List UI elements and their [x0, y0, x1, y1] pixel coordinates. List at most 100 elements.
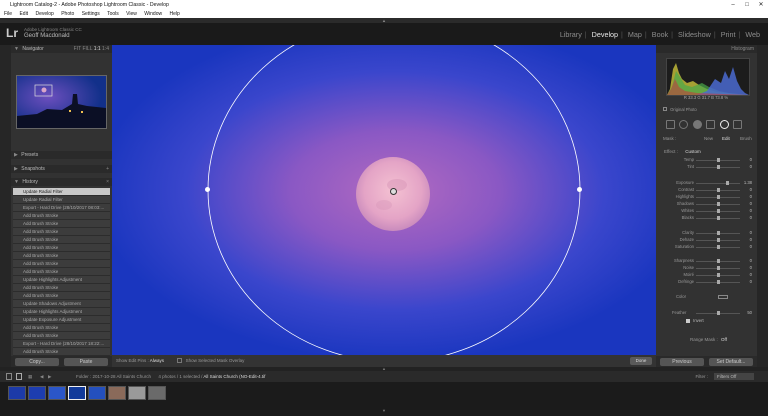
menu-photo[interactable]: Photo [61, 11, 74, 17]
slider-knob[interactable] [716, 195, 720, 199]
mask-brush-tab[interactable]: Brush [740, 136, 752, 141]
slider-track[interactable] [696, 183, 740, 184]
history-item[interactable]: Update Radial Filter [13, 188, 110, 196]
slider-dehaze[interactable]: Dehaze 0 [664, 237, 752, 243]
slider-knob[interactable] [716, 202, 720, 206]
slider-clarity[interactable]: Clarity 0 [664, 230, 752, 236]
add-snapshot-icon[interactable]: + [106, 165, 109, 173]
radial-filter-icon[interactable] [719, 120, 729, 129]
snapshots-header[interactable]: ▶ Snapshots + [11, 165, 112, 173]
menu-edit[interactable]: Edit [19, 11, 28, 17]
slider-moir[interactable]: Moiré 0 [664, 272, 752, 278]
menu-settings[interactable]: Settings [82, 11, 100, 17]
module-slideshow[interactable]: Slideshow [678, 30, 711, 39]
history-item[interactable]: Add Brush Stroke [13, 324, 110, 332]
slider-knob[interactable] [716, 259, 720, 263]
filmstrip-thumbnail[interactable] [148, 386, 166, 400]
history-item[interactable]: Update Exposure Adjustment [13, 316, 110, 324]
slider-exposure[interactable]: Exposure 1.38 [664, 180, 752, 186]
previous-button[interactable]: Previous [660, 358, 704, 366]
original-photo-row[interactable]: Original Photo [663, 107, 697, 112]
history-item[interactable]: Add Brush Stroke [13, 212, 110, 220]
module-book[interactable]: Book [652, 30, 668, 39]
slider-defringe[interactable]: Defringe 0 [664, 279, 752, 285]
bottom-panel-collapse-icon[interactable]: ▼ [0, 406, 768, 416]
left-panel-edge[interactable] [0, 45, 11, 367]
range-mask-dropdown[interactable]: Off [721, 337, 727, 342]
slider-knob[interactable] [716, 209, 720, 213]
invert-checkbox[interactable] [686, 318, 690, 323]
slider-knob[interactable] [716, 238, 720, 242]
spot-removal-tool-icon[interactable] [679, 120, 689, 129]
history-item[interactable]: Add Brush Stroke [13, 292, 110, 300]
slider-knob[interactable] [716, 216, 720, 220]
minimize-icon[interactable]: – [726, 0, 740, 10]
menu-develop[interactable]: Develop [35, 11, 53, 17]
navigator-header[interactable]: ▼ Navigator FIT FILL 1:1 1:4 [11, 45, 112, 53]
crop-tool-icon[interactable] [666, 120, 675, 129]
history-item[interactable]: Add Brush Stroke [13, 332, 110, 340]
slider-saturation[interactable]: Saturation 0 [664, 244, 752, 250]
presets-header[interactable]: ▶ Presets [11, 151, 112, 159]
histogram-header[interactable]: Histogram [656, 45, 757, 53]
feather-knob[interactable] [716, 311, 720, 315]
photo-canvas[interactable] [112, 45, 656, 355]
module-library[interactable]: Library [560, 30, 582, 39]
slider-knob[interactable] [716, 280, 720, 284]
history-item[interactable]: Update Radial Filter [13, 196, 110, 204]
zoom-1-1[interactable]: 1:1 [94, 46, 101, 52]
history-header[interactable]: ▼ History × [11, 178, 112, 186]
history-item[interactable]: Add Brush Stroke [13, 236, 110, 244]
history-item[interactable]: Add Brush Stroke [13, 284, 110, 292]
slider-sharpness[interactable]: Sharpness 0 [664, 258, 752, 264]
slider-knob[interactable] [716, 231, 720, 235]
radial-filter-handle-left[interactable] [205, 187, 210, 192]
mask-overlay-checkbox[interactable] [177, 358, 183, 364]
menu-window[interactable]: Window [144, 11, 162, 17]
grid-view-icon[interactable]: ▦ [28, 371, 32, 382]
forward-arrow-icon[interactable]: ▶ [48, 371, 51, 382]
mask-new-tab[interactable]: New [704, 136, 713, 141]
history-item[interactable]: Update Highlights Adjustment [13, 276, 110, 284]
module-map[interactable]: Map [628, 30, 642, 39]
slider-knob[interactable] [716, 266, 720, 270]
slider-knob[interactable] [716, 158, 720, 162]
second-window-icon[interactable] [16, 373, 22, 380]
radial-filter-handle-right[interactable] [577, 187, 582, 192]
zoom-fill[interactable]: FILL [82, 46, 92, 52]
right-panel-edge[interactable] [757, 45, 768, 367]
slider-shadows[interactable]: Shadows 0 [664, 201, 752, 207]
close-icon[interactable]: ✕ [754, 0, 768, 10]
zoom-1-4[interactable]: 1:4 [102, 46, 109, 52]
history-item[interactable]: Export - Hard Drive (28/10/2017 08:03:..… [13, 204, 110, 212]
adjustment-brush-icon[interactable] [732, 120, 742, 129]
original-photo-checkbox[interactable] [663, 107, 667, 111]
menu-view[interactable]: View [126, 11, 137, 17]
slider-contrast[interactable]: Contrast 0 [664, 187, 752, 193]
filmstrip-thumbnail[interactable] [88, 386, 106, 400]
slider-temp[interactable]: Temp 0 [664, 157, 752, 163]
folder-info[interactable]: Folder : 2017-10-28 All Saints Church [76, 374, 151, 379]
navigator-preview[interactable] [16, 75, 107, 129]
main-window-icon[interactable] [6, 373, 12, 380]
effect-dropdown[interactable]: Custom [685, 149, 701, 154]
back-arrow-icon[interactable]: ◀ [40, 371, 43, 382]
history-item[interactable]: Add Brush Stroke [13, 348, 110, 356]
filmstrip-thumbnail[interactable] [108, 386, 126, 400]
filmstrip-thumbnail[interactable] [48, 386, 66, 400]
copy-button[interactable]: Copy... [15, 358, 59, 366]
menu-file[interactable]: File [4, 11, 12, 17]
red-eye-tool-icon[interactable] [692, 120, 702, 129]
filter-dropdown[interactable]: Filters Off [714, 373, 754, 380]
history-item[interactable]: Export - Hard Drive (28/10/2017 18:22:..… [13, 340, 110, 348]
maximize-icon[interactable]: □ [740, 0, 754, 10]
graduated-filter-icon[interactable] [706, 120, 716, 129]
edit-pin[interactable] [390, 188, 397, 195]
history-item[interactable]: Add Brush Stroke [13, 252, 110, 260]
invert-row[interactable]: Invert [686, 318, 704, 323]
slider-knob[interactable] [716, 273, 720, 277]
color-swatch[interactable] [718, 295, 728, 299]
slider-knob[interactable] [726, 181, 730, 185]
slider-noise[interactable]: Noise 0 [664, 265, 752, 271]
history-item[interactable]: Add Brush Stroke [13, 244, 110, 252]
